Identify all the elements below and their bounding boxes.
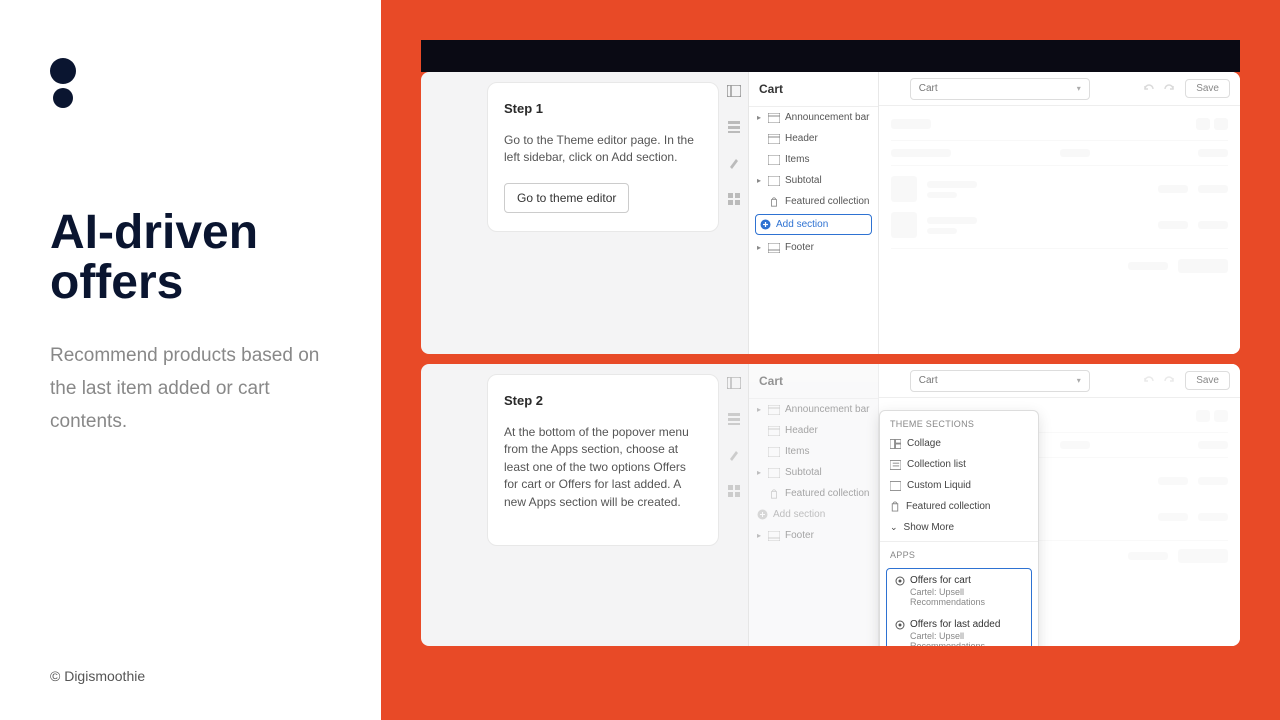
section-label: Subtotal <box>785 175 822 186</box>
popover-show-more[interactable]: ⌄ Show More <box>880 517 1038 542</box>
preview-skeleton <box>879 106 1240 295</box>
step-card-2: Step 2 At the bottom of the popover menu… <box>487 374 719 546</box>
sidebar-toggle-icon[interactable] <box>727 376 741 394</box>
popover-item-collage[interactable]: Collage <box>880 433 1038 454</box>
sections-panel-title: Cart <box>749 364 878 399</box>
section-item-items[interactable]: Items <box>749 441 878 462</box>
app-icon <box>895 576 905 586</box>
section-label: Footer <box>785 242 814 253</box>
plus-circle-icon <box>760 219 771 230</box>
chevron-down-icon: ⌄ <box>890 522 898 533</box>
chevron-down-icon: ▾ <box>1077 376 1081 385</box>
left-column: AI-driven offers Recommend products base… <box>0 0 381 720</box>
sections-icon[interactable] <box>728 120 740 138</box>
add-section-label: Add section <box>776 219 828 230</box>
popover-apps-label: APPS <box>880 542 1038 564</box>
popover-item-custom-liquid[interactable]: Custom Liquid <box>880 475 1038 496</box>
section-icon <box>768 113 780 123</box>
logo-dot-icon <box>53 88 73 108</box>
step-description: Go to the Theme editor page. In the left… <box>504 132 702 167</box>
go-to-theme-editor-button[interactable]: Go to theme editor <box>504 183 629 213</box>
section-item-footer[interactable]: ▸ Footer <box>749 525 878 546</box>
sidebar-toggle-icon[interactable] <box>727 84 741 102</box>
undo-icon[interactable] <box>1141 82 1155 96</box>
app-subtitle: Cartel: Upsell Recommendations <box>910 587 1023 607</box>
page-subtitle: Recommend products based on the last ite… <box>50 339 331 439</box>
top-bar <box>421 40 1240 72</box>
section-item-subtotal[interactable]: ▸ Subtotal <box>749 170 878 191</box>
chevron-right-icon: ▸ <box>757 243 763 252</box>
editor-left-toolbar <box>719 364 749 646</box>
step-title: Step 2 <box>504 393 702 408</box>
section-item-featured[interactable]: Featured collection <box>749 191 878 212</box>
popover-apps-box: Offers for cart Cartel: Upsell Recommend… <box>886 568 1032 646</box>
step-description: At the bottom of the popover menu from t… <box>504 424 702 511</box>
preview-pane: Cart ▾ Save <box>879 72 1240 354</box>
sections-panel: Cart ▸ Announcement bar Header <box>749 364 879 646</box>
add-section-popover: THEME SECTIONS Collage Collection list <box>879 410 1039 646</box>
logo-dot-icon <box>50 58 76 84</box>
apps-icon[interactable] <box>728 484 740 502</box>
popover-app-offers-last[interactable]: Offers for last added Cartel: Upsell Rec… <box>887 613 1031 646</box>
chevron-down-icon: ▾ <box>1077 84 1081 93</box>
bag-icon <box>768 197 780 207</box>
section-label: Items <box>785 154 809 165</box>
section-item-items[interactable]: Items <box>749 149 878 170</box>
section-item-announcement[interactable]: ▸ Announcement bar <box>749 107 878 128</box>
section-icon <box>768 176 780 186</box>
section-label: Featured collection <box>785 196 870 207</box>
preview-pane: Cart ▾ Save <box>879 364 1240 646</box>
section-icon <box>768 243 780 253</box>
copyright-text: © Digismoothie <box>50 668 145 684</box>
sections-icon[interactable] <box>728 412 740 430</box>
section-item-footer[interactable]: ▸ Footer <box>749 237 878 258</box>
dropdown-value: Cart <box>919 83 938 94</box>
popover-item-collection-list[interactable]: Collection list <box>880 454 1038 475</box>
section-item-header[interactable]: Header <box>749 420 878 441</box>
app-subtitle: Cartel: Upsell Recommendations <box>910 631 1023 646</box>
chevron-right-icon: ▸ <box>757 113 763 122</box>
list-icon <box>890 460 901 470</box>
add-section-button[interactable]: Add section <box>755 214 872 235</box>
sections-panel: Cart ▸ Announcement bar Header <box>749 72 879 354</box>
section-item-featured[interactable]: Featured collection <box>749 483 878 504</box>
brush-icon[interactable] <box>728 448 740 466</box>
template-dropdown[interactable]: Cart ▾ <box>910 370 1090 392</box>
demo-column: Step 1 Go to the Theme editor page. In t… <box>381 0 1280 720</box>
template-dropdown[interactable]: Cart ▾ <box>910 78 1090 100</box>
page-title: AI-driven offers <box>50 208 331 309</box>
sections-panel-title: Cart <box>749 72 878 107</box>
apps-icon[interactable] <box>728 192 740 210</box>
section-item-subtotal[interactable]: ▸ Subtotal <box>749 462 878 483</box>
plus-circle-icon <box>757 509 768 520</box>
save-button[interactable]: Save <box>1185 79 1230 98</box>
chevron-right-icon: ▸ <box>757 176 763 185</box>
redo-icon[interactable] <box>1163 82 1177 96</box>
popover-app-offers-cart[interactable]: Offers for cart Cartel: Upsell Recommend… <box>887 569 1031 613</box>
editor-left-toolbar <box>719 72 749 354</box>
brush-icon[interactable] <box>728 156 740 174</box>
section-label: Announcement bar <box>785 112 870 123</box>
section-icon <box>768 155 780 165</box>
section-item-announcement[interactable]: ▸ Announcement bar <box>749 399 878 420</box>
save-button[interactable]: Save <box>1185 371 1230 390</box>
bag-icon <box>890 501 900 512</box>
undo-icon[interactable] <box>1141 374 1155 388</box>
brand-logo <box>50 58 331 108</box>
app-icon <box>895 620 905 630</box>
collage-icon <box>890 439 901 449</box>
step-title: Step 1 <box>504 101 702 116</box>
dropdown-value: Cart <box>919 375 938 386</box>
section-label: Header <box>785 133 818 144</box>
section-icon <box>768 134 780 144</box>
redo-icon[interactable] <box>1163 374 1177 388</box>
liquid-icon <box>890 481 901 491</box>
add-section-button[interactable]: Add section <box>749 504 878 525</box>
step-card-1: Step 1 Go to the Theme editor page. In t… <box>487 82 719 232</box>
popover-item-featured[interactable]: Featured collection <box>880 496 1038 517</box>
section-item-header[interactable]: Header <box>749 128 878 149</box>
popover-section-label: THEME SECTIONS <box>880 411 1038 433</box>
